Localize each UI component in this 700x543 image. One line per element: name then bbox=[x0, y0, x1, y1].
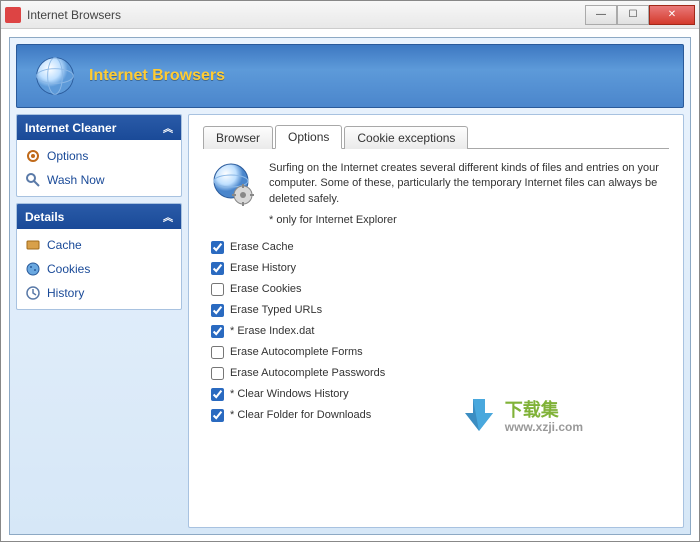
chevron-up-icon: ︽ bbox=[163, 209, 173, 224]
tab-label: Cookie exceptions bbox=[357, 131, 455, 145]
option-row[interactable]: * Erase Index.dat bbox=[211, 325, 663, 338]
option-row[interactable]: * Clear Windows History bbox=[211, 388, 663, 401]
info-note: * only for Internet Explorer bbox=[269, 213, 663, 228]
close-button[interactable]: ✕ bbox=[649, 5, 695, 25]
banner-title: Internet Browsers bbox=[89, 67, 225, 85]
chevron-up-icon: ︽ bbox=[163, 120, 173, 135]
sidebar-item-label: Cookies bbox=[47, 262, 90, 276]
tab-content: Surfing on the Internet creates several … bbox=[203, 149, 669, 434]
main-panel: Browser Options Cookie exceptions bbox=[188, 114, 684, 528]
options-list: Erase Cache Erase History Erase Cookies Era… bbox=[209, 241, 663, 422]
option-row[interactable]: * Clear Folder for Downloads bbox=[211, 409, 663, 422]
tab-label: Options bbox=[288, 130, 329, 144]
panel-title: Details bbox=[25, 210, 64, 224]
window-title: Internet Browsers bbox=[27, 8, 585, 22]
option-checkbox[interactable] bbox=[211, 388, 224, 401]
option-checkbox[interactable] bbox=[211, 409, 224, 422]
app-window: Internet Browsers — ☐ ✕ Internet Browser… bbox=[0, 0, 700, 542]
option-label: Erase Typed URLs bbox=[230, 304, 322, 316]
content: Internet Browsers Internet Cleaner ︽ bbox=[9, 37, 691, 535]
sidebar-item-label: Cache bbox=[47, 238, 82, 252]
tab-browser[interactable]: Browser bbox=[203, 126, 273, 149]
sidebar-item-cache[interactable]: Cache bbox=[19, 233, 179, 257]
option-row[interactable]: Erase Cache bbox=[211, 241, 663, 254]
body-row: Internet Cleaner ︽ Options bbox=[16, 114, 684, 528]
content-wrap: Internet Browsers Internet Cleaner ︽ bbox=[1, 29, 699, 543]
window-controls: — ☐ ✕ bbox=[585, 5, 695, 25]
option-checkbox[interactable] bbox=[211, 304, 224, 317]
option-label: Erase Cookies bbox=[230, 283, 302, 295]
option-label: Erase Autocomplete Passwords bbox=[230, 367, 385, 379]
sidebar-item-wash-now[interactable]: Wash Now bbox=[19, 168, 179, 192]
option-checkbox[interactable] bbox=[211, 283, 224, 296]
option-row[interactable]: Erase History bbox=[211, 262, 663, 275]
option-row[interactable]: Erase Autocomplete Forms bbox=[211, 346, 663, 359]
option-checkbox[interactable] bbox=[211, 241, 224, 254]
app-icon bbox=[5, 7, 21, 23]
sidebar-item-history[interactable]: History bbox=[19, 281, 179, 305]
tab-label: Browser bbox=[216, 131, 260, 145]
option-label: Erase History bbox=[230, 262, 296, 274]
option-checkbox[interactable] bbox=[211, 346, 224, 359]
magnifier-icon bbox=[25, 172, 41, 188]
panel-header[interactable]: Details ︽ bbox=[17, 204, 181, 229]
option-label: * Erase Index.dat bbox=[230, 325, 314, 337]
tab-cookie-exceptions[interactable]: Cookie exceptions bbox=[344, 126, 468, 149]
sidebar-item-label: Options bbox=[47, 149, 88, 163]
cookie-icon bbox=[25, 261, 41, 277]
globe-icon bbox=[33, 54, 77, 98]
info-text-block: Surfing on the Internet creates several … bbox=[269, 161, 663, 229]
option-checkbox[interactable] bbox=[211, 262, 224, 275]
panel-title: Internet Cleaner bbox=[25, 121, 116, 135]
globe-gear-icon bbox=[209, 161, 257, 209]
option-label: Erase Cache bbox=[230, 241, 294, 253]
tabs-row: Browser Options Cookie exceptions bbox=[203, 125, 669, 149]
info-text: Surfing on the Internet creates several … bbox=[269, 161, 663, 207]
sidebar: Internet Cleaner ︽ Options bbox=[16, 114, 182, 528]
info-row: Surfing on the Internet creates several … bbox=[209, 161, 663, 229]
option-row[interactable]: Erase Autocomplete Passwords bbox=[211, 367, 663, 380]
option-label: * Clear Windows History bbox=[230, 388, 349, 400]
option-label: * Clear Folder for Downloads bbox=[230, 409, 371, 421]
option-checkbox[interactable] bbox=[211, 367, 224, 380]
sidebar-item-label: History bbox=[47, 286, 84, 300]
option-checkbox[interactable] bbox=[211, 325, 224, 338]
panel-header[interactable]: Internet Cleaner ︽ bbox=[17, 115, 181, 140]
sidebar-item-label: Wash Now bbox=[47, 173, 105, 187]
maximize-button[interactable]: ☐ bbox=[617, 5, 649, 25]
panel-body: Options Wash Now bbox=[17, 140, 181, 196]
history-icon bbox=[25, 285, 41, 301]
titlebar: Internet Browsers — ☐ ✕ bbox=[1, 1, 699, 29]
option-label: Erase Autocomplete Forms bbox=[230, 346, 363, 358]
cache-icon bbox=[25, 237, 41, 253]
minimize-button[interactable]: — bbox=[585, 5, 617, 25]
panel-details: Details ︽ Cache bbox=[16, 203, 182, 310]
gear-icon bbox=[25, 148, 41, 164]
sidebar-item-cookies[interactable]: Cookies bbox=[19, 257, 179, 281]
option-row[interactable]: Erase Typed URLs bbox=[211, 304, 663, 317]
option-row[interactable]: Erase Cookies bbox=[211, 283, 663, 296]
panel-internet-cleaner: Internet Cleaner ︽ Options bbox=[16, 114, 182, 197]
banner: Internet Browsers bbox=[16, 44, 684, 108]
sidebar-item-options[interactable]: Options bbox=[19, 144, 179, 168]
panel-body: Cache Cookies bbox=[17, 229, 181, 309]
tab-options[interactable]: Options bbox=[275, 125, 342, 149]
